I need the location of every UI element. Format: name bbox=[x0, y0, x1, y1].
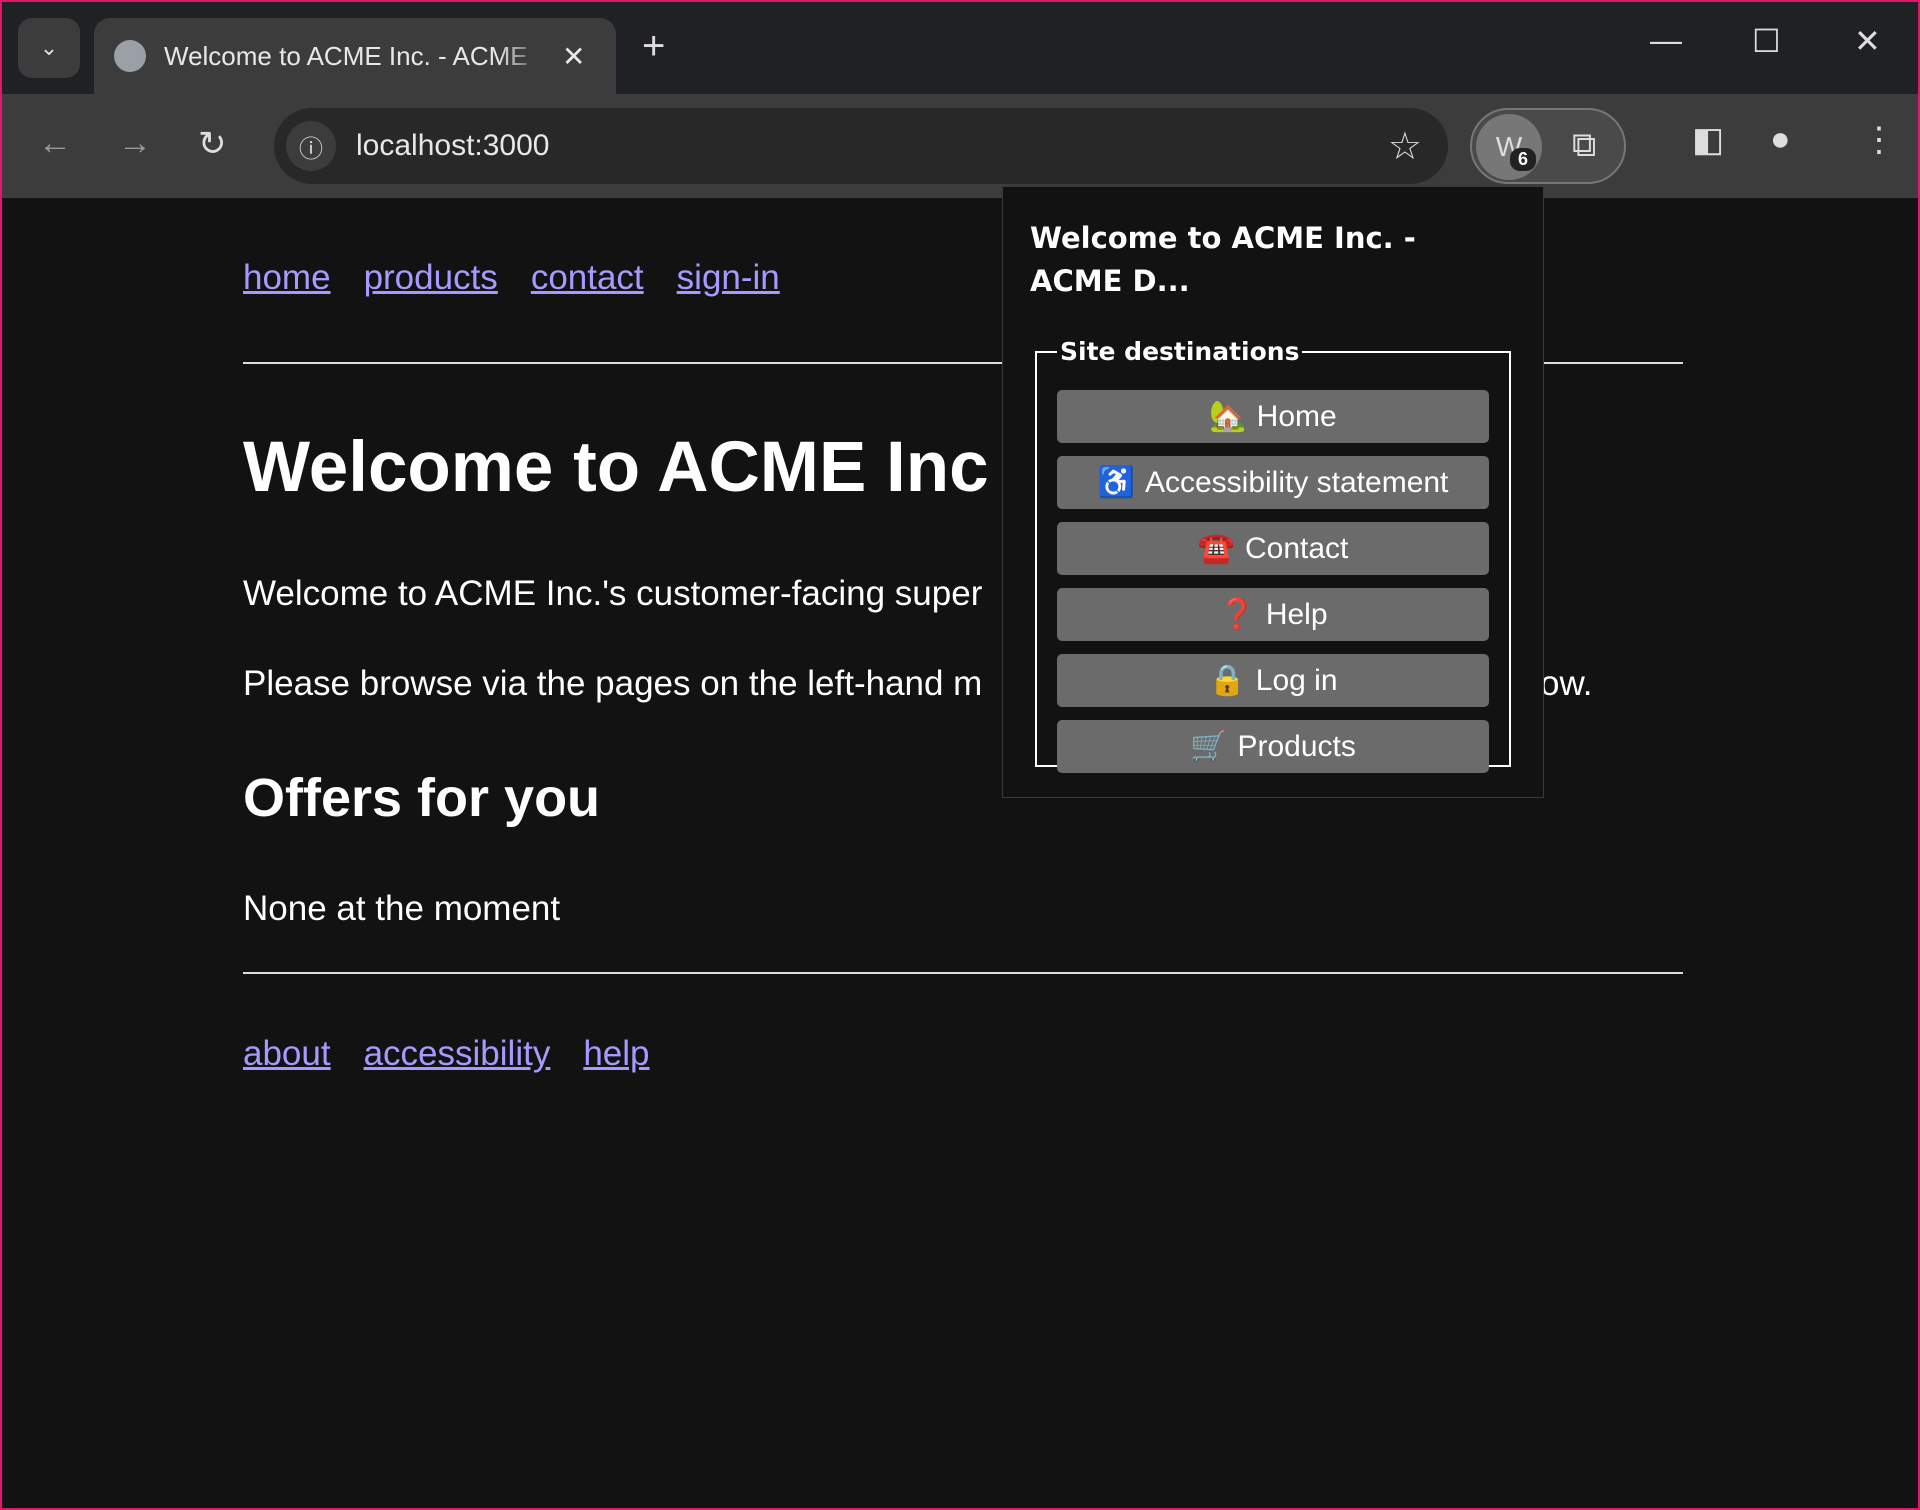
button-label: Home bbox=[1256, 399, 1337, 433]
bookmark-star-icon[interactable]: ☆ bbox=[1388, 124, 1422, 169]
button-label: Contact bbox=[1244, 531, 1349, 565]
extensions-area: W 6 ⧉ bbox=[1470, 108, 1626, 184]
nav-home-link[interactable]: home bbox=[243, 258, 331, 297]
tab-strip: ⌄ Welcome to ACME Inc. - ACME ✕ + — ☐ ✕ bbox=[2, 2, 1918, 94]
wheelchair-icon: ♿ bbox=[1097, 466, 1135, 499]
browser-toolbar: ← → ↻ ⓘ localhost:3000 ☆ W 6 ⧉ ◧ ● ⋮ bbox=[2, 94, 1918, 198]
lock-icon: 🔒 bbox=[1208, 664, 1246, 697]
nav-products-link[interactable]: products bbox=[364, 258, 498, 297]
forward-button[interactable]: → bbox=[118, 124, 152, 163]
offers-text: None at the moment bbox=[243, 889, 561, 928]
side-panel-icon[interactable]: ◧ bbox=[1692, 120, 1724, 160]
menu-icon[interactable]: ⋮ bbox=[1862, 120, 1896, 160]
shopping-cart-icon: 🛒 bbox=[1190, 730, 1228, 763]
reload-button[interactable]: ↻ bbox=[198, 124, 227, 164]
globe-icon bbox=[114, 40, 146, 72]
tab-search-button[interactable]: ⌄ bbox=[18, 18, 80, 78]
button-label: Products bbox=[1237, 729, 1356, 763]
nav-sign-in-link[interactable]: sign-in bbox=[677, 258, 780, 297]
button-label: Accessibility statement bbox=[1144, 465, 1449, 499]
footer-accessibility-link[interactable]: accessibility bbox=[364, 1034, 551, 1073]
intro-paragraph: Welcome to ACME Inc.'s customer-facing s… bbox=[243, 574, 983, 613]
nav-contact-link[interactable]: contact bbox=[531, 258, 644, 297]
site-destinations-group: Site destinations 🏡 Home ♿ Accessibility st… bbox=[1035, 337, 1511, 773]
browse-paragraph-tail: ow. bbox=[1540, 664, 1593, 703]
question-mark-icon: ❓ bbox=[1218, 598, 1256, 631]
close-tab-icon[interactable]: ✕ bbox=[562, 40, 585, 73]
footer-about-link[interactable]: about bbox=[243, 1034, 331, 1073]
top-nav: home products contact sign-in bbox=[243, 258, 813, 298]
divider bbox=[243, 972, 1683, 974]
button-label: Help bbox=[1265, 597, 1328, 631]
destination-log-in-button[interactable]: 🔒 Log in bbox=[1057, 654, 1489, 707]
tab-title: Welcome to ACME Inc. - ACME bbox=[164, 40, 528, 71]
extension-badge: 6 bbox=[1510, 148, 1537, 171]
destination-products-button[interactable]: 🛒 Products bbox=[1057, 720, 1489, 773]
destination-home-button[interactable]: 🏡 Home bbox=[1057, 390, 1489, 443]
footer-nav: about accessibility help bbox=[243, 1034, 683, 1074]
minimize-button[interactable]: — bbox=[1650, 22, 1682, 59]
browse-paragraph: Please browse via the pages on the left-… bbox=[243, 664, 983, 703]
profile-icon[interactable]: ● bbox=[1770, 120, 1791, 159]
telephone-icon: ☎️ bbox=[1197, 532, 1235, 565]
browser-tab[interactable]: Welcome to ACME Inc. - ACME ✕ bbox=[94, 18, 616, 94]
offers-heading: Offers for you bbox=[243, 768, 601, 828]
maximize-button[interactable]: ☐ bbox=[1752, 22, 1781, 60]
destination-help-button[interactable]: ❓ Help bbox=[1057, 588, 1489, 641]
back-button[interactable]: ← bbox=[38, 124, 72, 163]
puzzle-icon[interactable]: ⧉ bbox=[1572, 126, 1596, 165]
page-title: Welcome to ACME Inc bbox=[243, 428, 989, 507]
site-info-icon[interactable]: ⓘ bbox=[286, 121, 336, 171]
destination-contact-button[interactable]: ☎️ Contact bbox=[1057, 522, 1489, 575]
footer-help-link[interactable]: help bbox=[583, 1034, 649, 1073]
extension-popup: Welcome to ACME Inc. - ACME D... Site de… bbox=[1002, 186, 1544, 798]
new-tab-button[interactable]: + bbox=[642, 24, 665, 69]
url-text: localhost:3000 bbox=[356, 129, 550, 162]
extension-button[interactable]: W bbox=[1476, 114, 1542, 180]
popup-title: Welcome to ACME Inc. - ACME D... bbox=[1030, 221, 1416, 298]
house-icon: 🏡 bbox=[1209, 400, 1247, 433]
destination-accessibility-statement-button[interactable]: ♿ Accessibility statement bbox=[1057, 456, 1489, 509]
address-bar[interactable]: ⓘ localhost:3000 ☆ bbox=[274, 108, 1448, 184]
close-window-button[interactable]: ✕ bbox=[1854, 22, 1881, 60]
button-label: Log in bbox=[1255, 663, 1338, 697]
site-destinations-legend: Site destinations bbox=[1060, 337, 1300, 366]
